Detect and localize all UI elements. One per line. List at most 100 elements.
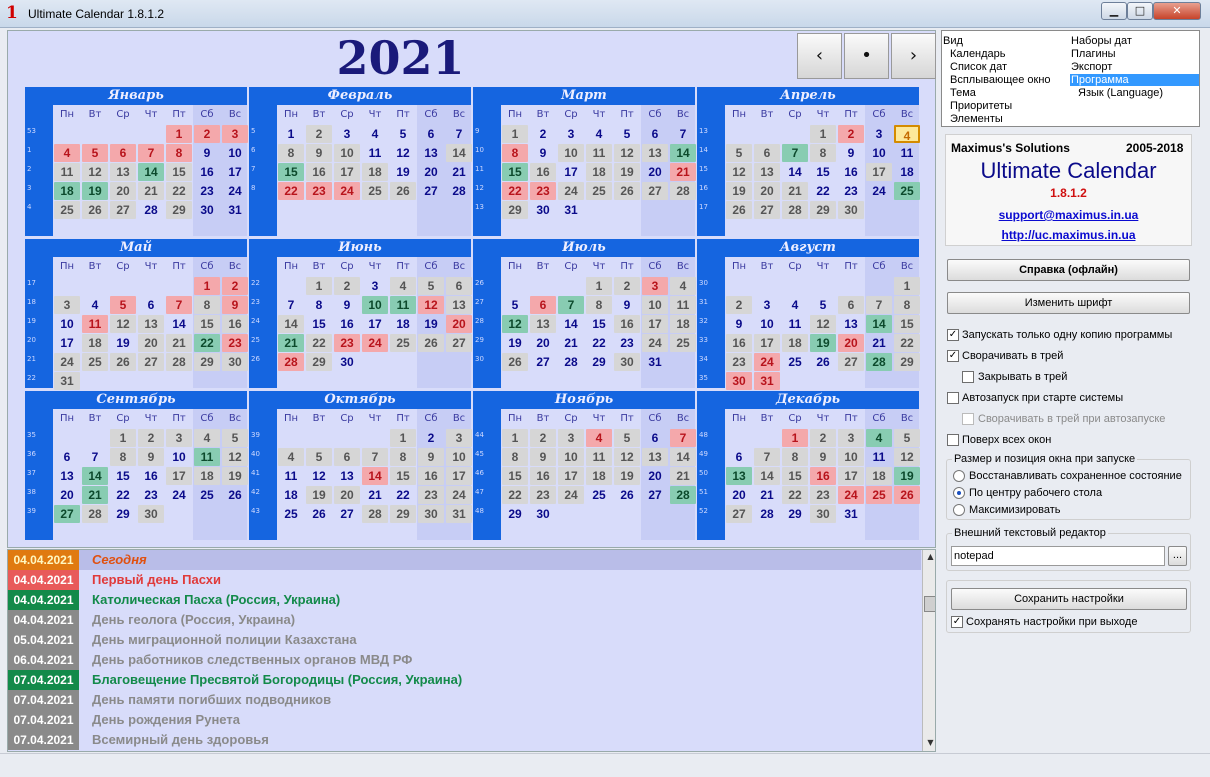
day-cell[interactable]: 20 <box>54 486 80 504</box>
day-cell[interactable]: 29 <box>306 353 332 371</box>
day-cell[interactable]: 7 <box>446 125 472 143</box>
day-cell[interactable]: 10 <box>558 144 584 162</box>
day-cell[interactable]: 2 <box>194 125 220 143</box>
day-cell[interactable]: 10 <box>558 448 584 466</box>
menu-item-export[interactable]: Экспорт <box>1071 61 1112 73</box>
day-cell[interactable]: 1 <box>502 429 528 447</box>
save-settings-button[interactable]: Сохранить настройки <box>951 588 1187 610</box>
day-cell[interactable]: 1 <box>110 429 136 447</box>
day-cell[interactable]: 2 <box>418 429 444 447</box>
menu-item-language[interactable]: Язык (Language) <box>1078 87 1163 99</box>
day-cell[interactable]: 26 <box>502 353 528 371</box>
day-cell[interactable]: 17 <box>334 163 360 181</box>
day-cell[interactable]: 22 <box>110 486 136 504</box>
menu-item-elements[interactable]: Элементы <box>950 113 1003 125</box>
save-on-exit-checkbox[interactable]: ✓ <box>951 616 963 628</box>
day-cell[interactable]: 23 <box>138 486 164 504</box>
day-cell[interactable]: 12 <box>222 448 248 466</box>
day-cell[interactable]: 18 <box>54 182 80 200</box>
day-cell[interactable]: 21 <box>82 486 108 504</box>
month-title[interactable]: Декабрь <box>697 391 919 409</box>
month-title[interactable]: Июль <box>473 239 695 257</box>
event-row[interactable]: 04.04.2021 Сегодня <box>8 550 921 570</box>
day-cell[interactable]: 25 <box>390 334 416 352</box>
day-cell[interactable]: 9 <box>810 448 836 466</box>
day-cell[interactable]: 11 <box>670 296 696 314</box>
month-title[interactable]: Октябрь <box>249 391 471 409</box>
day-cell[interactable]: 3 <box>642 277 668 295</box>
day-cell[interactable]: 25 <box>866 486 892 504</box>
day-cell[interactable]: 7 <box>166 296 192 314</box>
day-cell[interactable]: 16 <box>222 315 248 333</box>
day-cell[interactable]: 27 <box>138 353 164 371</box>
help-button[interactable]: Справка (офлайн) <box>947 259 1190 281</box>
day-cell[interactable]: 9 <box>222 296 248 314</box>
day-cell[interactable]: 25 <box>82 353 108 371</box>
day-cell[interactable]: 30 <box>530 505 556 523</box>
day-cell[interactable]: 19 <box>418 315 444 333</box>
day-cell[interactable]: 1 <box>390 429 416 447</box>
day-cell[interactable]: 17 <box>558 163 584 181</box>
day-cell[interactable]: 5 <box>82 144 108 162</box>
day-cell[interactable]: 30 <box>530 201 556 219</box>
day-cell[interactable]: 8 <box>166 144 192 162</box>
day-cell[interactable]: 4 <box>670 277 696 295</box>
day-cell[interactable]: 13 <box>530 315 556 333</box>
day-cell[interactable]: 14 <box>558 315 584 333</box>
day-cell[interactable]: 3 <box>866 125 892 143</box>
day-cell[interactable]: 20 <box>110 182 136 200</box>
day-cell[interactable]: 6 <box>530 296 556 314</box>
day-cell[interactable]: 11 <box>894 144 920 162</box>
scroll-up-icon[interactable]: ▲ <box>923 552 935 561</box>
day-cell[interactable]: 15 <box>194 315 220 333</box>
day-cell[interactable]: 6 <box>726 448 752 466</box>
text-editor-input[interactable]: notepad <box>951 546 1165 566</box>
menu-item-popup[interactable]: Всплывающее окно <box>950 74 1051 86</box>
day-cell[interactable]: 7 <box>138 144 164 162</box>
day-cell[interactable]: 24 <box>558 486 584 504</box>
day-cell[interactable]: 23 <box>418 486 444 504</box>
day-cell[interactable]: 14 <box>166 315 192 333</box>
day-cell[interactable]: 19 <box>110 334 136 352</box>
day-cell[interactable]: 5 <box>894 429 920 447</box>
day-cell[interactable]: 25 <box>586 182 612 200</box>
day-cell[interactable]: 20 <box>138 334 164 352</box>
day-cell[interactable]: 29 <box>194 353 220 371</box>
day-cell[interactable]: 18 <box>194 467 220 485</box>
day-cell[interactable]: 2 <box>726 296 752 314</box>
day-cell[interactable]: 14 <box>670 144 696 162</box>
day-cell[interactable]: 16 <box>810 467 836 485</box>
day-cell[interactable]: 26 <box>894 486 920 504</box>
day-cell[interactable]: 8 <box>782 448 808 466</box>
events-scrollbar[interactable]: ▲ ▼ <box>922 550 935 751</box>
day-cell[interactable]: 15 <box>502 163 528 181</box>
day-cell[interactable]: 22 <box>194 334 220 352</box>
day-cell[interactable]: 9 <box>138 448 164 466</box>
day-cell[interactable]: 11 <box>54 163 80 181</box>
day-cell[interactable]: 25 <box>670 334 696 352</box>
day-cell[interactable]: 5 <box>110 296 136 314</box>
day-cell[interactable]: 9 <box>530 448 556 466</box>
day-cell[interactable]: 24 <box>334 182 360 200</box>
day-cell[interactable]: 5 <box>614 429 640 447</box>
day-cell[interactable]: 16 <box>726 334 752 352</box>
day-cell[interactable]: 17 <box>54 334 80 352</box>
menu-item-date-list[interactable]: Список дат <box>950 61 1007 73</box>
day-cell[interactable]: 20 <box>418 163 444 181</box>
day-cell[interactable]: 30 <box>726 372 752 390</box>
website-link[interactable]: http://uc.maximus.in.ua <box>946 228 1191 242</box>
day-cell[interactable]: 26 <box>726 201 752 219</box>
day-cell[interactable]: 25 <box>278 505 304 523</box>
day-cell[interactable]: 2 <box>530 429 556 447</box>
day-cell[interactable]: 26 <box>222 486 248 504</box>
day-cell[interactable]: 17 <box>866 163 892 181</box>
day-cell[interactable]: 5 <box>306 448 332 466</box>
day-cell[interactable]: 29 <box>390 505 416 523</box>
day-cell[interactable]: 12 <box>502 315 528 333</box>
day-cell[interactable]: 4 <box>866 429 892 447</box>
day-cell[interactable]: 3 <box>222 125 248 143</box>
day-cell[interactable]: 9 <box>726 315 752 333</box>
day-cell[interactable]: 29 <box>502 201 528 219</box>
day-cell[interactable]: 28 <box>866 353 892 371</box>
day-cell[interactable]: 22 <box>894 334 920 352</box>
